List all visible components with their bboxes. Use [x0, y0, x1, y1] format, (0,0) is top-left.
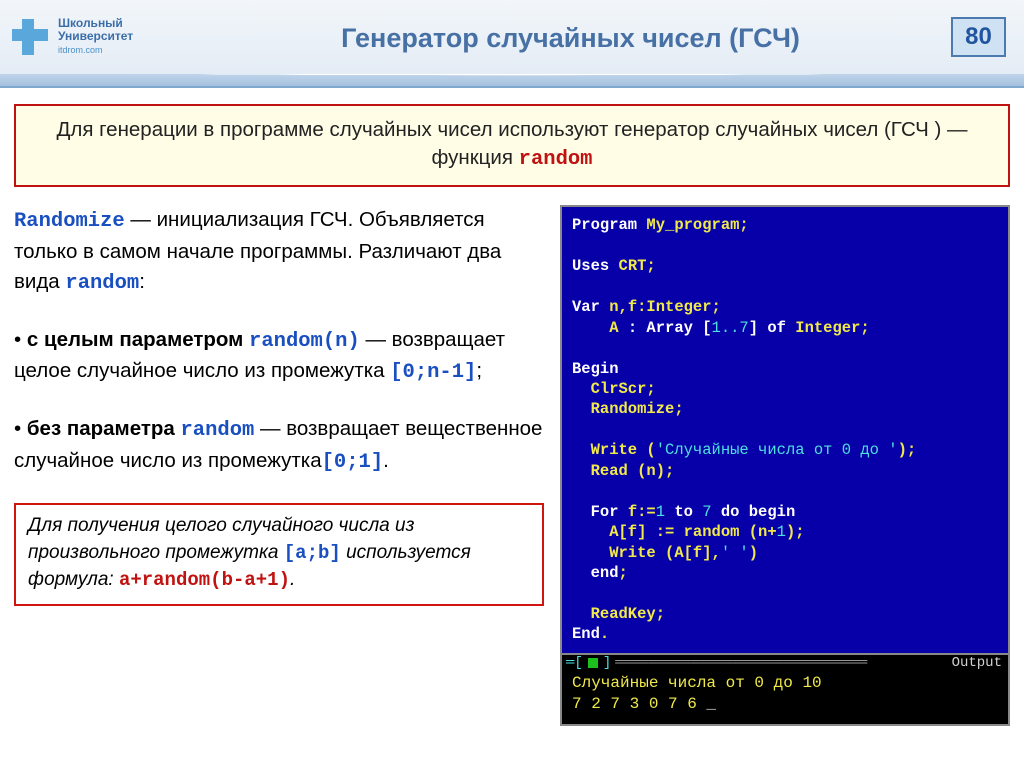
- c-l10d: to: [674, 503, 702, 521]
- output-window: Случайные числа от 0 до 10 7 2 7 3 0 7 6…: [560, 671, 1010, 726]
- note-formula: a+random(b-a+1): [119, 569, 290, 591]
- plus-logo-icon: [8, 15, 52, 59]
- c-l9: Read (n);: [572, 462, 674, 480]
- c-l11a: A[f] := random (n+: [572, 523, 777, 541]
- c-l7: Randomize;: [572, 400, 684, 418]
- pascal-code: Program My_program; Uses CRT; Var n,f:In…: [560, 205, 1010, 655]
- c-l4b: : Array [: [628, 319, 712, 337]
- c-l10f: do begin: [721, 503, 795, 521]
- range-01: [0;1]: [322, 451, 384, 474]
- intro-text: Для генерации в программе случайных чисе…: [57, 118, 968, 169]
- kw-random-n: random(n): [249, 330, 360, 353]
- c-l12b: ' ': [721, 544, 749, 562]
- page-number: 80: [951, 17, 1006, 57]
- c-l8a: Write (: [572, 441, 656, 459]
- output-marker-icon: [588, 658, 598, 668]
- kw-randomize: Randomize: [14, 210, 125, 233]
- c-l6: ClrScr;: [572, 380, 656, 398]
- note-dot: .: [290, 569, 295, 590]
- intro-banner: Для генерации в программе случайных чисе…: [14, 104, 1010, 187]
- c-l11c: );: [786, 523, 805, 541]
- out-line2: 7 2 7 3 0 7 6: [572, 695, 706, 713]
- kw-random-2: random: [181, 419, 255, 442]
- logo-line2: Университет: [58, 29, 133, 43]
- output-label: Output: [948, 655, 1008, 671]
- c-l14: ReadKey;: [572, 605, 665, 623]
- c-l15a: End: [572, 625, 600, 643]
- p2-semi: ;: [476, 359, 482, 382]
- para-no-param: • без параметра random — возвращает веще…: [14, 414, 544, 477]
- c-l10b: f:=: [628, 503, 656, 521]
- right-column: Program My_program; Uses CRT; Var n,f:In…: [560, 205, 1010, 726]
- logo: Школьный Университет itdrom.com: [0, 15, 190, 59]
- out-dashes: ══════════════════════════════: [615, 655, 947, 671]
- p1-tail: :: [139, 270, 145, 293]
- left-column: Randomize — инициализация ГСЧ. Объявляет…: [14, 205, 544, 726]
- page-title: Генератор случайных чисел (ГСЧ): [190, 21, 951, 54]
- p2-bold: с целым параметром: [27, 328, 249, 351]
- logo-sub: itdrom.com: [58, 45, 103, 55]
- c-l8c: );: [898, 441, 917, 459]
- content: Randomize — инициализация ГСЧ. Объявляет…: [0, 201, 1024, 726]
- out-bracket-l: ═[: [562, 655, 587, 671]
- cursor-icon: _: [706, 695, 716, 713]
- p3-dot: .: [383, 449, 389, 472]
- c-l4a: A: [572, 319, 628, 337]
- range-0n1: [0;n-1]: [390, 361, 476, 384]
- c-l1b: My_program;: [646, 216, 748, 234]
- c-l13b: ;: [619, 564, 628, 582]
- c-l3a: Var: [572, 298, 609, 316]
- output-header: ═[] ══════════════════════════════ Outpu…: [560, 655, 1010, 671]
- bullet-1: •: [14, 328, 27, 351]
- c-l8b: 'Случайные числа от 0 до ': [656, 441, 898, 459]
- para-int-param: • с целым параметром random(n) — возвращ…: [14, 325, 544, 388]
- c-l13a: end: [572, 564, 619, 582]
- para-randomize: Randomize — инициализация ГСЧ. Объявляет…: [14, 205, 544, 298]
- logo-text: Школьный Университет itdrom.com: [58, 17, 133, 57]
- c-l3b: n,f:Integer;: [609, 298, 721, 316]
- c-l10c: 1: [656, 503, 675, 521]
- c-l15b: .: [600, 625, 609, 643]
- c-l2b: CRT;: [619, 257, 656, 275]
- note-range: [a;b]: [284, 542, 341, 564]
- c-l10e: 7: [702, 503, 721, 521]
- kw-random-1: random: [65, 272, 139, 295]
- formula-note: Для получения целого случайного числа из…: [14, 503, 544, 606]
- c-l12a: Write (A[f],: [572, 544, 721, 562]
- bullet-2: •: [14, 417, 27, 440]
- c-l4c: 1..7: [712, 319, 749, 337]
- c-l5: Begin: [572, 360, 619, 378]
- c-l10a: For: [572, 503, 628, 521]
- out-bracket-r: ]: [599, 655, 615, 671]
- c-l4f: Integer;: [786, 319, 870, 337]
- logo-line1: Школьный: [58, 16, 123, 30]
- out-line1: Случайные числа от 0 до 10: [572, 674, 822, 692]
- p3-bold: без параметра: [27, 417, 181, 440]
- c-l1a: Program: [572, 216, 646, 234]
- c-l12c: ): [749, 544, 758, 562]
- c-l2a: Uses: [572, 257, 619, 275]
- intro-code: random: [519, 148, 593, 171]
- c-l11b: 1: [777, 523, 786, 541]
- c-l4d: ]: [749, 319, 768, 337]
- header-wave: [0, 74, 1024, 88]
- header: Школьный Университет itdrom.com Генерато…: [0, 0, 1024, 74]
- c-l4e: of: [767, 319, 786, 337]
